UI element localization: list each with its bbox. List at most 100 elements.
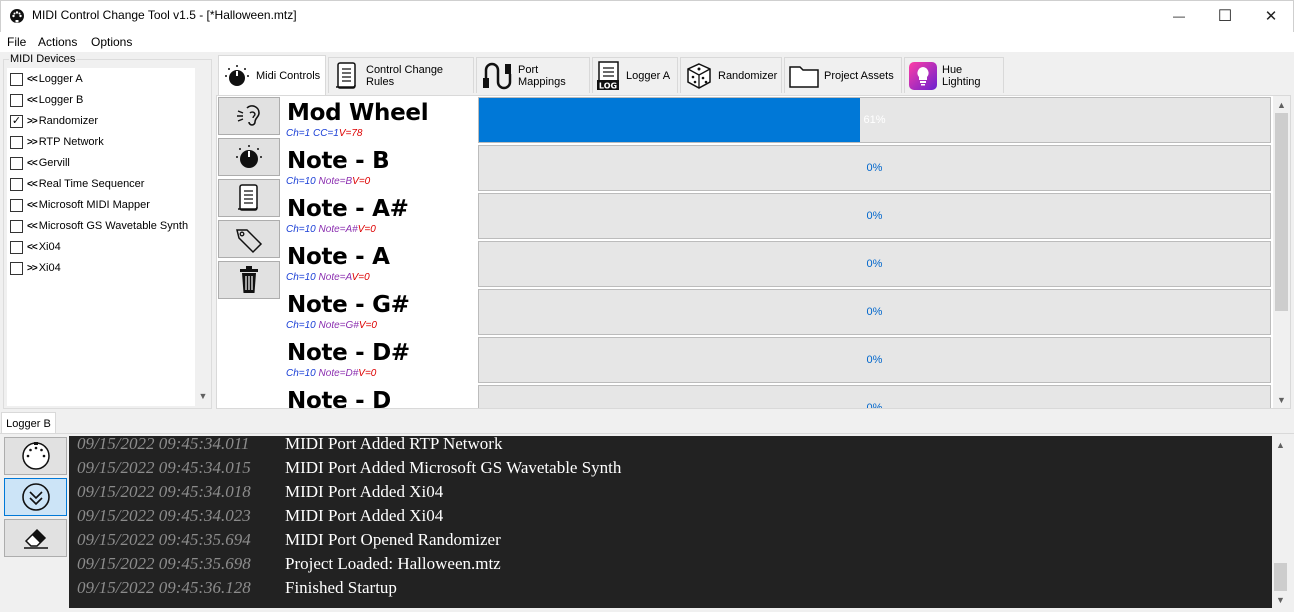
control-channel: Ch=10 xyxy=(286,224,316,235)
tab-project-assets[interactable]: Project Assets xyxy=(784,57,902,93)
scroll-down-arrow-icon[interactable]: ▼ xyxy=(195,387,211,404)
menu-file[interactable]: File xyxy=(7,35,26,49)
device-item[interactable]: << Logger B xyxy=(7,90,195,110)
log-timestamp: 09/15/2022 09:45:34.018 xyxy=(77,482,251,501)
device-item[interactable]: << Gervill xyxy=(7,153,195,173)
log-line: 09/15/2022 09:45:34.018 MIDI Port Added X… xyxy=(69,482,1272,506)
control-value: V=0 xyxy=(351,272,370,283)
device-label: Xi04 xyxy=(38,241,61,253)
listen-icon xyxy=(237,105,260,126)
scroll-up-arrow-icon[interactable]: ▲ xyxy=(1272,436,1289,453)
window-title: MIDI Control Change Tool v1.5 - [*Hallow… xyxy=(32,8,297,22)
device-checkbox[interactable] xyxy=(10,93,23,107)
control-percent: 0% xyxy=(866,354,883,366)
tab-port-mappings[interactable]: Port Mappings xyxy=(476,57,590,93)
tag-icon xyxy=(236,229,263,254)
clear-log-button[interactable] xyxy=(4,519,67,557)
menu-options[interactable]: Options xyxy=(91,35,132,49)
autoscroll-button[interactable] xyxy=(4,478,67,516)
device-checkbox[interactable] xyxy=(10,72,23,86)
tab-logger-b[interactable]: Logger B xyxy=(1,412,56,434)
listen-button[interactable] xyxy=(218,97,280,135)
log-message: Project Loaded: Halloween.mtz xyxy=(285,554,501,573)
scroll-down-arrow-icon[interactable]: ▼ xyxy=(1272,591,1289,608)
control-row[interactable]: Note - A# Ch=10 Note=A#V=0 0% xyxy=(282,192,1273,240)
close-icon: ✕ xyxy=(1264,7,1278,25)
rules-button[interactable] xyxy=(218,179,280,217)
controls-scrollbar[interactable]: ▲ ▼ xyxy=(1273,96,1290,408)
control-level-bar[interactable]: 61% xyxy=(478,97,1271,143)
control-row[interactable]: Note - B Ch=10 Note=BV=0 0% xyxy=(282,144,1273,192)
device-checkbox[interactable]: ✓ xyxy=(10,114,23,128)
device-checkbox[interactable] xyxy=(10,240,23,254)
device-checkbox[interactable] xyxy=(10,261,23,275)
control-level-bar[interactable]: 0% xyxy=(478,337,1271,383)
device-checkbox[interactable] xyxy=(10,177,23,191)
control-name: Mod Wheel xyxy=(287,100,429,126)
controls-button[interactable] xyxy=(218,138,280,176)
device-item[interactable]: ✓ >> Randomizer xyxy=(7,111,195,131)
tab-label: Control Change Rules xyxy=(366,63,444,88)
midi-port-button[interactable] xyxy=(4,437,67,475)
device-item[interactable]: >> Xi04 xyxy=(7,258,195,278)
control-level-bar[interactable]: 0% xyxy=(478,289,1271,335)
log-message: MIDI Port Added RTP Network xyxy=(285,436,503,453)
delete-button[interactable] xyxy=(218,261,280,299)
control-row[interactable]: Note - D# Ch=10 Note=D#V=0 0% xyxy=(282,336,1273,384)
midi-controls-area: Mod Wheel Ch=1 CC=1V=78 61% Note - B Ch=10 N… xyxy=(282,96,1273,408)
control-name: Note - A# xyxy=(287,196,409,222)
device-label: Real Time Sequencer xyxy=(38,178,145,190)
tab-control-change-rules[interactable]: Control Change Rules xyxy=(328,57,474,93)
control-row[interactable]: Note - G# Ch=10 Note=G#V=0 0% xyxy=(282,288,1273,336)
devices-scrollbar[interactable]: ▼ xyxy=(195,68,211,406)
device-item[interactable]: << Microsoft GS Wavetable Synth xyxy=(7,216,195,236)
control-percent: 0% xyxy=(866,162,883,174)
scroll-thumb[interactable] xyxy=(1274,563,1287,591)
control-info: Ch=10 Note=BV=0 xyxy=(286,176,370,187)
scroll-up-arrow-icon[interactable]: ▲ xyxy=(1273,96,1290,113)
control-level-bar[interactable]: 0% xyxy=(478,193,1271,239)
control-name: Note - D xyxy=(287,388,391,408)
direction-arrow-icon: << xyxy=(27,241,38,253)
device-checkbox[interactable] xyxy=(10,198,23,212)
direction-arrow-icon: << xyxy=(27,94,38,106)
midi-port-icon xyxy=(21,442,50,470)
device-checkbox[interactable] xyxy=(10,135,23,149)
scroll-thumb[interactable] xyxy=(1275,113,1288,311)
device-item[interactable]: << Real Time Sequencer xyxy=(7,174,195,194)
tab-hue-lighting[interactable]: Hue Lighting xyxy=(904,57,1004,93)
scroll-down-arrow-icon[interactable]: ▼ xyxy=(1273,391,1290,408)
minimize-button[interactable]: — xyxy=(1156,0,1202,31)
log-message: MIDI Port Added Xi04 xyxy=(285,506,444,525)
midi-devices-list: << Logger A << Logger B ✓ >> Randomizer >> RTP N… xyxy=(7,68,195,406)
control-kind: Note=D# xyxy=(318,368,359,379)
control-level-bar[interactable]: 0% xyxy=(478,145,1271,191)
device-item[interactable]: << Logger A xyxy=(7,69,195,89)
device-checkbox[interactable] xyxy=(10,156,23,170)
control-row[interactable]: Note - A Ch=10 Note=AV=0 0% xyxy=(282,240,1273,288)
tab-label: Randomizer xyxy=(718,69,778,82)
tab-logger-a[interactable]: LOG Logger A xyxy=(592,57,678,93)
control-value: V=0 xyxy=(357,224,376,235)
control-value: V=0 xyxy=(358,320,377,331)
tab-label: Port Mappings xyxy=(518,63,566,88)
device-checkbox[interactable] xyxy=(10,219,23,233)
device-item[interactable]: << Xi04 xyxy=(7,237,195,257)
log-message: MIDI Port Opened Randomizer xyxy=(285,530,501,549)
close-button[interactable]: ✕ xyxy=(1248,0,1294,31)
log-scrollbar[interactable]: ▲ ▼ xyxy=(1272,436,1289,608)
tab-randomizer[interactable]: Randomizer xyxy=(680,57,782,93)
device-item[interactable]: << Microsoft MIDI Mapper xyxy=(7,195,195,215)
control-name: Note - A xyxy=(287,244,390,270)
tab-midi-controls[interactable]: Midi Controls xyxy=(218,55,326,95)
tag-button[interactable] xyxy=(218,220,280,258)
log-timestamp: 09/15/2022 09:45:35.698 xyxy=(77,554,251,573)
device-item[interactable]: >> RTP Network xyxy=(7,132,195,152)
maximize-button[interactable]: ☐ xyxy=(1202,0,1248,31)
control-channel: Ch=1 xyxy=(286,128,311,139)
control-level-bar[interactable]: 0% xyxy=(478,241,1271,287)
control-row[interactable]: Note - D 0% xyxy=(282,384,1273,408)
control-level-bar[interactable]: 0% xyxy=(478,385,1271,408)
menu-actions[interactable]: Actions xyxy=(38,35,77,49)
control-row[interactable]: Mod Wheel Ch=1 CC=1V=78 61% xyxy=(282,96,1273,144)
